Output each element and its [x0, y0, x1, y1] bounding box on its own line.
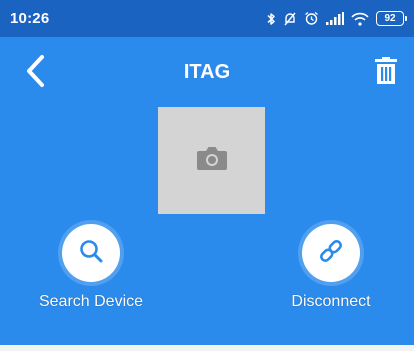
battery-indicator: 92	[376, 11, 407, 26]
bluetooth-icon	[266, 12, 276, 26]
search-icon	[78, 238, 104, 269]
status-bar: 10:26 92	[0, 0, 414, 37]
search-device-circle[interactable]	[62, 224, 120, 282]
mute-icon	[283, 12, 297, 26]
page-title: ITAG	[183, 61, 231, 83]
wifi-icon	[351, 12, 369, 26]
camera-icon	[196, 145, 228, 176]
disconnect-label: Disconnect	[291, 293, 371, 310]
disconnect-button[interactable]: Disconnect	[256, 224, 406, 311]
content-area-edge	[0, 345, 414, 351]
signal-icon	[326, 12, 344, 25]
disconnect-circle[interactable]	[302, 224, 360, 282]
link-icon	[317, 237, 345, 270]
search-device-button[interactable]: Search Device	[16, 224, 166, 311]
battery-level: 92	[384, 13, 396, 24]
alarm-icon	[304, 11, 319, 26]
status-time: 10:26	[10, 10, 50, 27]
trash-icon	[374, 56, 398, 90]
delete-button[interactable]	[372, 56, 400, 90]
main-panel: ITAG Search Device Disconnect	[0, 37, 414, 345]
search-device-label: Search Device	[38, 293, 144, 310]
status-icons: 92	[266, 11, 407, 26]
device-photo-placeholder[interactable]	[158, 107, 265, 214]
